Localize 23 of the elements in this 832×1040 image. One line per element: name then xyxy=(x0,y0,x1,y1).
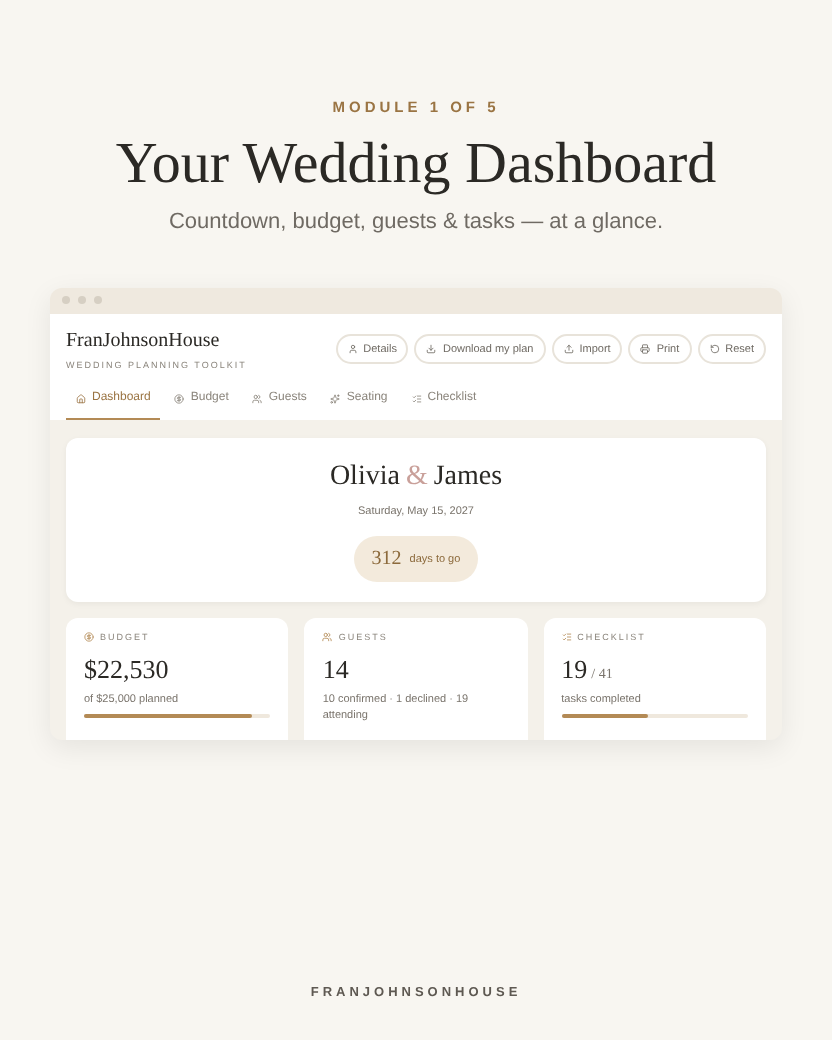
home-icon xyxy=(76,394,86,404)
stat-value: $22,530 xyxy=(84,652,169,689)
stat-value: 19 xyxy=(561,652,588,689)
stat-value: 14 xyxy=(322,652,349,689)
couple-name: Olivia xyxy=(329,459,400,496)
printer-icon xyxy=(640,344,651,355)
ampersand: & xyxy=(405,459,428,496)
people-icon xyxy=(322,632,333,643)
page-title: Your Wedding Dashboard xyxy=(115,130,717,199)
coin-icon xyxy=(84,632,94,643)
list-icon xyxy=(411,394,422,404)
couple-name: James xyxy=(433,459,503,496)
coin-icon xyxy=(174,394,185,404)
page-subtitle: Countdown, budget, guests & tasks — at a glance. xyxy=(168,208,664,239)
reset-icon xyxy=(709,344,720,355)
upload-icon xyxy=(563,344,574,355)
user-icon xyxy=(347,344,358,355)
brand-name: FranJohnsonHouse xyxy=(66,327,222,356)
days-count: 312 xyxy=(371,546,402,575)
people-icon xyxy=(252,394,263,404)
download-icon xyxy=(426,344,437,355)
sparkle-icon xyxy=(330,394,341,404)
list-icon xyxy=(561,632,572,643)
